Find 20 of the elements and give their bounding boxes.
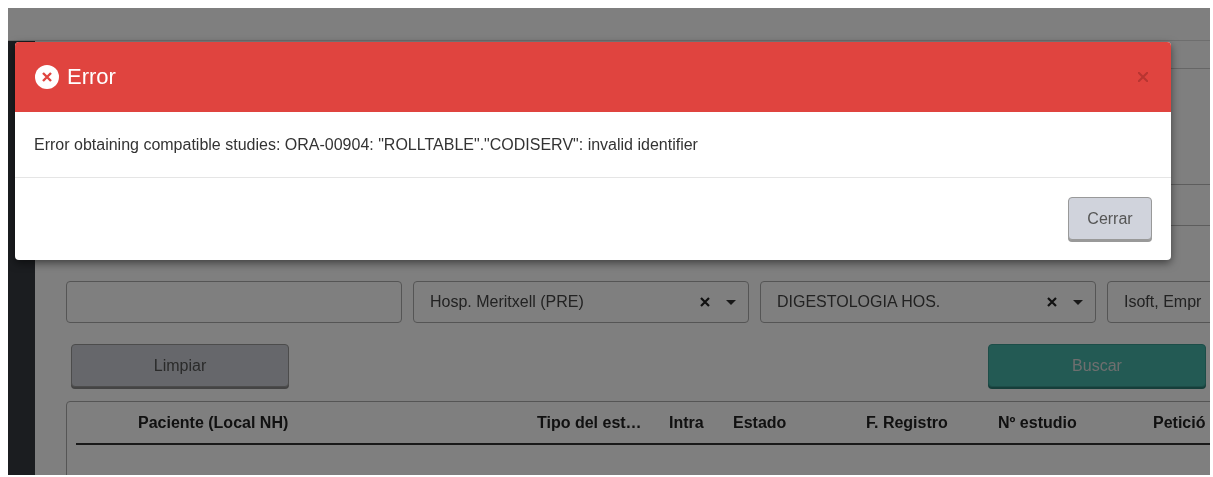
error-icon — [35, 65, 59, 89]
column-header: Paciente (Local NH) — [138, 413, 290, 432]
column-header: Intra — [669, 413, 705, 432]
caret-icon[interactable] — [726, 299, 736, 305]
input-field[interactable] — [66, 281, 402, 323]
column-header: Petició — [1153, 413, 1207, 432]
close-button[interactable]: Cerrar — [1068, 197, 1152, 240]
clear-button[interactable]: Limpiar — [71, 344, 289, 387]
column-header: Tipo del est… — [537, 413, 643, 432]
dialog-title: Error — [67, 64, 117, 90]
input-field[interactable]: Isoft, Empr — [1107, 281, 1210, 323]
error-message: Error obtaining compatible studies: ORA-00904: "ROLLTABLE"."CODISERV": invalid identifier — [34, 136, 699, 154]
clear-icon[interactable] — [1047, 297, 1057, 307]
select-field[interactable]: DIGESTOLOGIA HOS. — [760, 281, 1096, 323]
clear-icon[interactable] — [700, 297, 710, 307]
column-header: Estado — [733, 413, 788, 432]
column-header: F. Registro — [866, 413, 949, 432]
caret-icon[interactable] — [1073, 299, 1083, 305]
column-header: Nº estudio — [998, 413, 1078, 432]
select-field[interactable]: Hosp. Meritxell (PRE) — [413, 281, 749, 323]
